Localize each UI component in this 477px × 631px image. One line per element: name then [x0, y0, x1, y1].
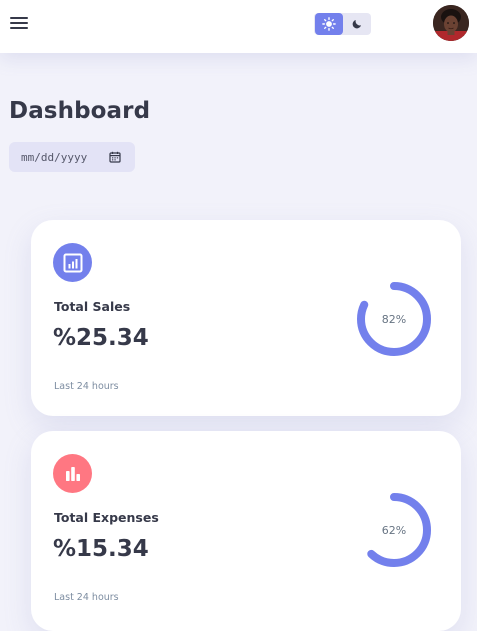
sales-progress-percent: 82% [381, 312, 407, 326]
expenses-value: %15.34 [53, 536, 149, 562]
date-input-placeholder: mm/dd/yyyy [21, 150, 88, 164]
calendar-icon[interactable] [109, 151, 121, 163]
sales-icon-badge [53, 243, 92, 282]
theme-toggle[interactable] [314, 13, 371, 35]
moon-icon [352, 20, 361, 29]
hamburger-menu-icon[interactable] [10, 14, 30, 32]
sun-icon [322, 17, 336, 31]
sales-footer: Last 24 hours [54, 381, 119, 392]
analytics-icon [63, 253, 82, 272]
expenses-progress-ring: 62% [355, 491, 433, 569]
expenses-progress-percent: 62% [381, 523, 407, 537]
sales-card: Total Sales %25.34 82% Last 24 hours [31, 220, 461, 416]
page-title: Dashboard [9, 98, 151, 124]
avatar[interactable] [433, 5, 469, 41]
expenses-icon-badge [53, 454, 92, 493]
sales-label: Total Sales [54, 299, 131, 314]
date-input[interactable]: mm/dd/yyyy [9, 142, 135, 172]
expenses-footer: Last 24 hours [54, 592, 119, 603]
bar-chart-icon [65, 466, 80, 481]
sales-progress-ring: 82% [355, 280, 433, 358]
sales-value: %25.34 [53, 325, 149, 351]
dark-mode-button[interactable] [343, 13, 371, 35]
light-mode-button[interactable] [315, 13, 343, 35]
expenses-card: Total Expenses %15.34 62% Last 24 hours [31, 431, 461, 631]
top-bar [0, 0, 477, 53]
expenses-label: Total Expenses [54, 510, 159, 525]
